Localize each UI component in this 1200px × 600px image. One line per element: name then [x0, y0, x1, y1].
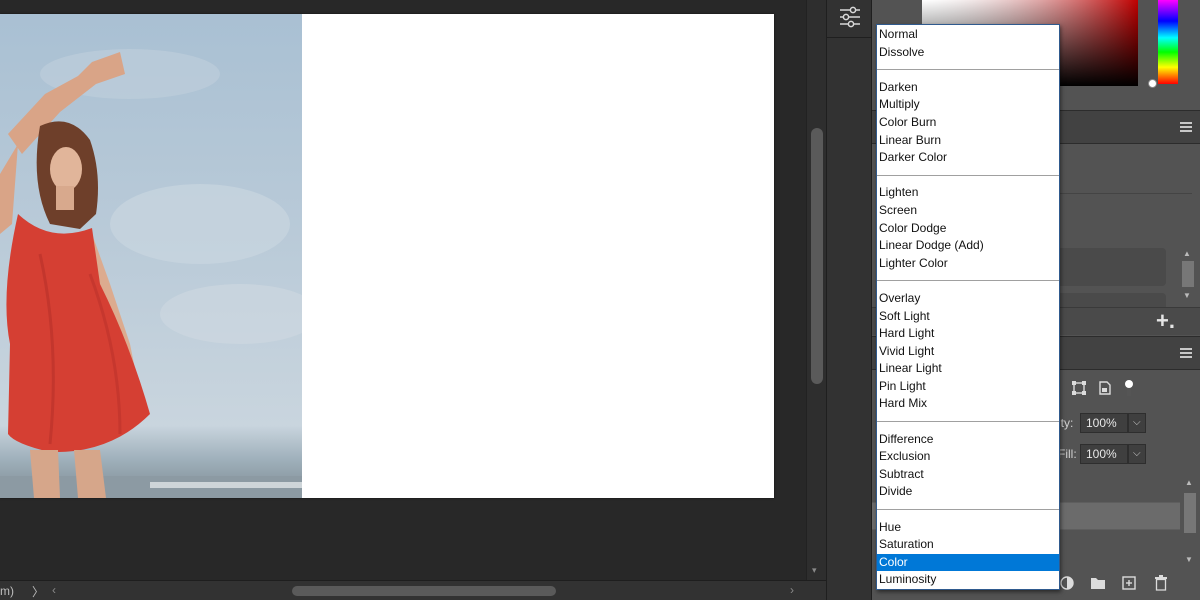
blend-mode-option-hue[interactable]: Hue — [877, 519, 1059, 537]
fill-dropdown-icon[interactable]: ⌵ — [1128, 444, 1146, 464]
blend-mode-option-overlay[interactable]: Overlay — [877, 290, 1059, 308]
blend-mode-option-hard-mix[interactable]: Hard Mix — [877, 395, 1059, 413]
trash-icon[interactable] — [1154, 575, 1168, 591]
blend-mode-separator — [877, 501, 1059, 519]
smart-object-icon[interactable] — [1098, 381, 1112, 395]
blend-mode-option-lighter-color[interactable]: Lighter Color — [877, 255, 1059, 273]
adjustment-layer-icon[interactable] — [1060, 576, 1074, 590]
new-layer-icon[interactable] — [1122, 576, 1136, 590]
properties-item[interactable] — [1052, 248, 1166, 286]
blend-mode-option-darker-color[interactable]: Darker Color — [877, 149, 1059, 167]
blend-mode-option-color-burn[interactable]: Color Burn — [877, 114, 1059, 132]
scroll-up-icon[interactable]: ▲ — [1183, 249, 1191, 258]
blend-mode-option-divide[interactable]: Divide — [877, 483, 1059, 501]
scroll-left-icon[interactable]: ‹ — [52, 583, 56, 597]
blend-mode-option-difference[interactable]: Difference — [877, 431, 1059, 449]
blend-mode-option-screen[interactable]: Screen — [877, 202, 1059, 220]
document-canvas[interactable] — [0, 14, 774, 498]
blend-mode-option-multiply[interactable]: Multiply — [877, 96, 1059, 114]
add-icon[interactable]: +. — [1156, 308, 1175, 334]
fill-input[interactable]: 100% — [1080, 444, 1128, 464]
photoshop-window: ▾ m) 〉 ‹ › ▲ ▼ +. ity: 100% ⌵ Fill: 100%… — [0, 0, 1200, 600]
properties-scrollbar[interactable]: ▲ ▼ — [1180, 249, 1196, 309]
tool-separator — [827, 37, 873, 38]
sliders-icon[interactable] — [838, 6, 862, 28]
blend-mode-option-hard-light[interactable]: Hard Light — [877, 325, 1059, 343]
blend-mode-option-saturation[interactable]: Saturation — [877, 536, 1059, 554]
status-bar: m) 〉 ‹ › — [0, 580, 826, 600]
fill-label: Fill: — [1058, 447, 1077, 461]
blend-mode-option-luminosity[interactable]: Luminosity — [877, 571, 1059, 589]
panel-icon-column — [826, 0, 873, 600]
scroll-down-icon[interactable]: ▾ — [812, 565, 817, 576]
hue-slider-handle[interactable] — [1148, 79, 1157, 88]
zoom-readout: m) — [0, 584, 14, 598]
hue-slider[interactable] — [1158, 0, 1178, 84]
canvas-vertical-scrollbar[interactable]: ▾ — [806, 0, 826, 580]
blend-mode-option-lighten[interactable]: Lighten — [877, 184, 1059, 202]
blend-mode-option-subtract[interactable]: Subtract — [877, 466, 1059, 484]
properties-scroll-thumb[interactable] — [1182, 261, 1194, 287]
blend-mode-option-color-dodge[interactable]: Color Dodge — [877, 220, 1059, 238]
vertical-scroll-thumb[interactable] — [811, 128, 823, 384]
status-expand-chevron-icon[interactable]: 〉 — [32, 583, 44, 600]
woman-red-dress-illustration — [0, 49, 302, 498]
horizontal-scroll-thumb[interactable] — [292, 586, 556, 596]
blend-mode-option-linear-dodge-add[interactable]: Linear Dodge (Add) — [877, 237, 1059, 255]
blend-mode-option-linear-burn[interactable]: Linear Burn — [877, 132, 1059, 150]
blend-mode-option-normal[interactable]: Normal — [877, 26, 1059, 44]
blend-mode-dropdown-list[interactable]: Normal Dissolve Darken Multiply Color Burn Li… — [876, 24, 1060, 590]
opacity-label: ity: — [1058, 416, 1074, 430]
layers-scroll-thumb[interactable] — [1184, 493, 1196, 533]
canvas-area[interactable] — [0, 0, 806, 580]
folder-icon[interactable] — [1090, 576, 1106, 590]
scroll-right-icon[interactable]: › — [790, 583, 794, 597]
panel-menu-icon[interactable] — [1180, 122, 1192, 132]
blend-mode-option-exclusion[interactable]: Exclusion — [877, 448, 1059, 466]
scroll-up-icon[interactable]: ▲ — [1185, 478, 1193, 487]
scroll-down-icon[interactable]: ▼ — [1185, 555, 1193, 564]
opacity-input[interactable]: 100% — [1080, 413, 1128, 433]
transform-icon[interactable] — [1072, 381, 1086, 395]
blend-mode-separator — [877, 61, 1059, 79]
opacity-dropdown-icon[interactable]: ⌵ — [1128, 413, 1146, 433]
blend-mode-option-color[interactable]: Color — [877, 553, 1059, 572]
panel-menu-icon[interactable] — [1180, 348, 1192, 358]
pin-toggle-icon[interactable] — [1124, 379, 1134, 397]
blend-mode-option-darken[interactable]: Darken — [877, 79, 1059, 97]
blend-mode-option-vivid-light[interactable]: Vivid Light — [877, 343, 1059, 361]
blend-mode-option-soft-light[interactable]: Soft Light — [877, 308, 1059, 326]
blend-mode-separator — [877, 413, 1059, 431]
blend-mode-separator — [877, 167, 1059, 185]
blend-mode-option-pin-light[interactable]: Pin Light — [877, 378, 1059, 396]
blend-mode-option-linear-light[interactable]: Linear Light — [877, 360, 1059, 378]
layers-scrollbar[interactable]: ▲ ▼ — [1180, 475, 1200, 575]
blend-mode-option-dissolve[interactable]: Dissolve — [877, 44, 1059, 62]
layers-bottom-toolbar — [1052, 574, 1200, 594]
photo-layer-image — [0, 14, 302, 498]
properties-divider — [1052, 193, 1192, 194]
blend-mode-separator — [877, 272, 1059, 290]
scroll-down-icon[interactable]: ▼ — [1183, 291, 1191, 300]
